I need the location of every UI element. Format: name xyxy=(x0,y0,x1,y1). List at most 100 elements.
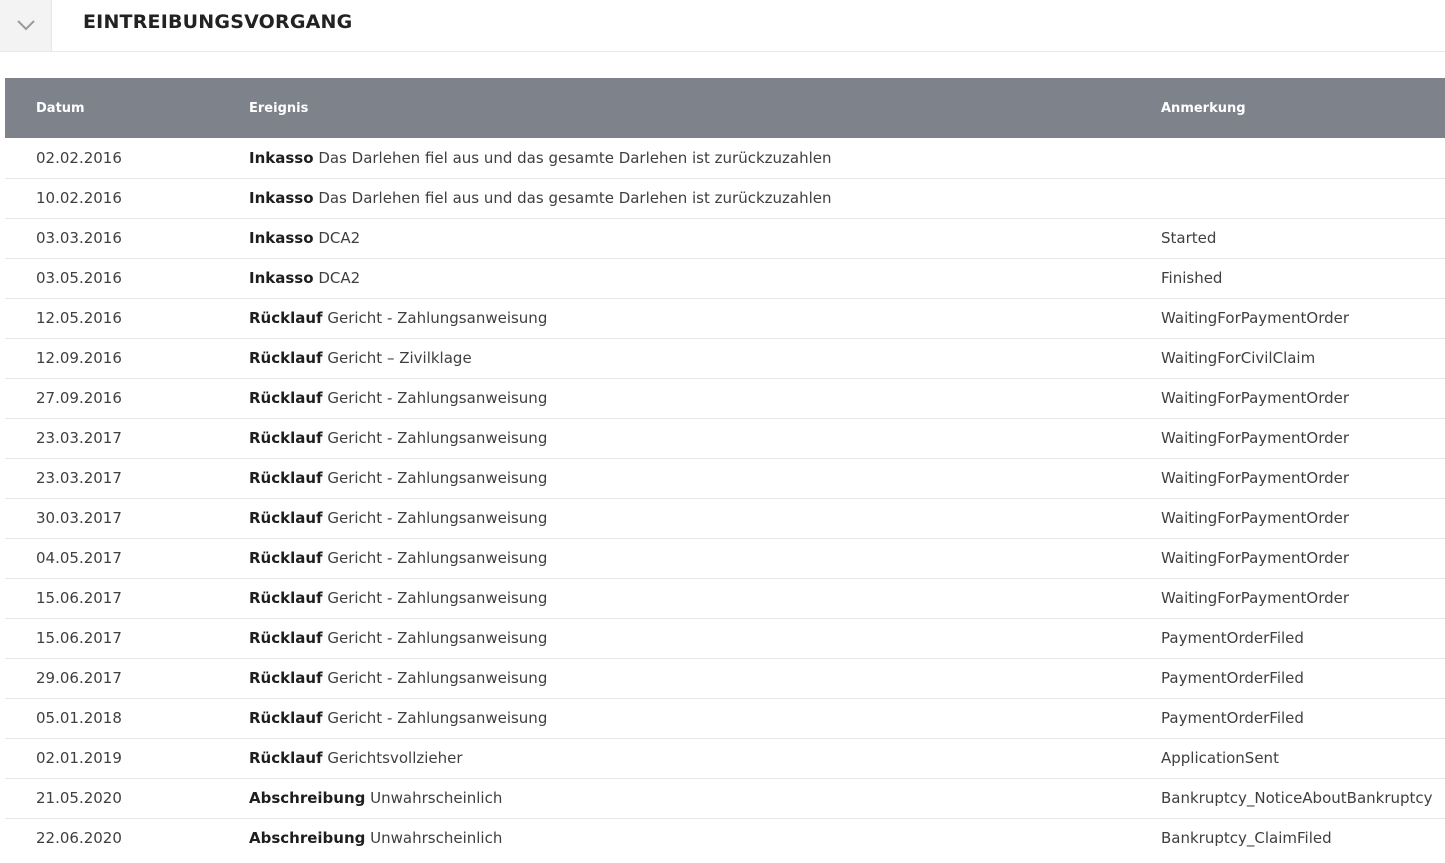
column-header-event[interactable]: Ereignis xyxy=(249,78,1161,138)
event-type: Inkasso xyxy=(249,148,314,167)
cell-date: 22.06.2020 xyxy=(36,829,122,848)
cell-event: Rücklauf Gerichtsvollzieher xyxy=(249,738,1161,778)
cell-event: Rücklauf Gericht - Zahlungsanweisung xyxy=(249,698,1161,738)
table-row[interactable]: 22.06.2020 Abschreibung Unwahrscheinlich B… xyxy=(5,818,1445,858)
cell-note: WaitingForPaymentOrder xyxy=(1161,589,1350,607)
cell-note: Bankruptcy_NoticeAboutBankruptcy xyxy=(1161,789,1433,807)
event-description: DCA2 xyxy=(318,269,361,287)
event-description: Gericht - Zahlungsanweisung xyxy=(327,709,548,727)
table-row[interactable]: 10.02.2016 Inkasso Das Darlehen fiel aus … xyxy=(5,178,1445,218)
cell-date: 12.05.2016 xyxy=(36,309,122,327)
event-description: Gericht - Zahlungsanweisung xyxy=(327,589,548,607)
table-header: Datum Ereignis Anmerkung xyxy=(5,78,1445,138)
collection-events-table: Datum Ereignis Anmerkung 02.02.2016 Inkas… xyxy=(5,78,1445,858)
cell-event: Inkasso DCA2 xyxy=(249,218,1161,258)
event-description: Gericht - Zahlungsanweisung xyxy=(327,549,548,567)
cell-event: Rücklauf Gericht - Zahlungsanweisung xyxy=(249,658,1161,698)
table-row[interactable]: 03.03.2016 Inkasso DCA2 Started xyxy=(5,218,1445,258)
collapse-toggle-button[interactable] xyxy=(0,0,52,51)
table-row[interactable]: 21.05.2020 Abschreibung Unwahrscheinlich B… xyxy=(5,778,1445,818)
table-row[interactable]: 05.01.2018 Rücklauf Gericht - Zahlungsanw… xyxy=(5,698,1445,738)
cell-date: 10.02.2016 xyxy=(36,189,122,207)
cell-note: PaymentOrderFiled xyxy=(1161,669,1304,687)
cell-date: 02.02.2016 xyxy=(36,148,122,167)
cell-event: Rücklauf Gericht - Zahlungsanweisung xyxy=(249,458,1161,498)
table-body: 02.02.2016 Inkasso Das Darlehen fiel aus … xyxy=(5,138,1445,858)
cell-note: ApplicationSent xyxy=(1161,749,1279,767)
table-row[interactable]: 12.09.2016 Rücklauf Gericht – Zivilklage W… xyxy=(5,338,1445,378)
table-row[interactable]: 23.03.2017 Rücklauf Gericht - Zahlungsanw… xyxy=(5,418,1445,458)
cell-event: Rücklauf Gericht - Zahlungsanweisung xyxy=(249,298,1161,338)
table-row[interactable]: 27.09.2016 Rücklauf Gericht - Zahlungsanw… xyxy=(5,378,1445,418)
collection-events-table-container: Datum Ereignis Anmerkung 02.02.2016 Inkas… xyxy=(5,78,1445,858)
cell-note: WaitingForPaymentOrder xyxy=(1161,549,1350,567)
cell-note: WaitingForPaymentOrder xyxy=(1161,509,1350,527)
cell-date: 21.05.2020 xyxy=(36,789,122,807)
event-type: Inkasso xyxy=(249,189,314,207)
event-description: Gericht - Zahlungsanweisung xyxy=(327,629,548,647)
cell-event: Rücklauf Gericht - Zahlungsanweisung xyxy=(249,618,1161,658)
cell-date: 03.05.2016 xyxy=(36,269,122,287)
cell-note: Finished xyxy=(1161,269,1223,287)
cell-date: 30.03.2017 xyxy=(36,509,122,527)
event-description: Unwahrscheinlich xyxy=(370,789,503,807)
table-row[interactable]: 30.03.2017 Rücklauf Gericht - Zahlungsanw… xyxy=(5,498,1445,538)
cell-event: Rücklauf Gericht – Zivilklage xyxy=(249,338,1161,378)
cell-event: Rücklauf Gericht - Zahlungsanweisung xyxy=(249,418,1161,458)
cell-date: 23.03.2017 xyxy=(36,469,122,487)
cell-date: 03.03.2016 xyxy=(36,229,122,247)
panel-title: EINTREIBUNGSVORGANG xyxy=(83,11,353,33)
chevron-down-icon xyxy=(16,20,35,31)
event-type: Rücklauf xyxy=(249,629,323,647)
event-type: Abschreibung xyxy=(249,789,366,807)
event-type: Rücklauf xyxy=(249,389,323,407)
column-header-date[interactable]: Datum xyxy=(5,78,249,138)
cell-note: PaymentOrderFiled xyxy=(1161,629,1304,647)
table-row[interactable]: 02.02.2016 Inkasso Das Darlehen fiel aus … xyxy=(5,138,1445,178)
column-header-note[interactable]: Anmerkung xyxy=(1161,78,1445,138)
event-type: Rücklauf xyxy=(249,589,323,607)
cell-note: WaitingForPaymentOrder xyxy=(1161,309,1350,327)
event-type: Rücklauf xyxy=(249,749,323,767)
event-type: Rücklauf xyxy=(249,509,323,527)
cell-note: WaitingForPaymentOrder xyxy=(1161,469,1350,487)
table-row[interactable]: 29.06.2017 Rücklauf Gericht - Zahlungsanw… xyxy=(5,658,1445,698)
table-row[interactable]: 23.03.2017 Rücklauf Gericht - Zahlungsanw… xyxy=(5,458,1445,498)
table-row[interactable]: 02.01.2019 Rücklauf Gerichtsvollzieher App… xyxy=(5,738,1445,778)
event-description: Gericht - Zahlungsanweisung xyxy=(327,469,548,487)
cell-date: 27.09.2016 xyxy=(36,389,122,407)
table-row[interactable]: 15.06.2017 Rücklauf Gericht - Zahlungsanw… xyxy=(5,618,1445,658)
cell-date: 05.01.2018 xyxy=(36,709,122,727)
event-description: Das Darlehen fiel aus und das gesamte Da… xyxy=(318,148,832,167)
cell-note xyxy=(1161,138,1445,178)
cell-note xyxy=(1161,178,1445,218)
event-description: Das Darlehen fiel aus und das gesamte Da… xyxy=(318,189,832,207)
event-description: Gerichtsvollzieher xyxy=(327,749,463,767)
event-description: Gericht - Zahlungsanweisung xyxy=(327,389,548,407)
event-type: Rücklauf xyxy=(249,469,323,487)
cell-note: WaitingForPaymentOrder xyxy=(1161,429,1350,447)
cell-event: Abschreibung Unwahrscheinlich xyxy=(249,778,1161,818)
cell-event: Rücklauf Gericht - Zahlungsanweisung xyxy=(249,578,1161,618)
event-description: Gericht - Zahlungsanweisung xyxy=(327,669,548,687)
cell-note: WaitingForPaymentOrder xyxy=(1161,389,1350,407)
cell-date: 02.01.2019 xyxy=(36,749,122,767)
table-row[interactable]: 15.06.2017 Rücklauf Gericht - Zahlungsanw… xyxy=(5,578,1445,618)
cell-event: Rücklauf Gericht - Zahlungsanweisung xyxy=(249,498,1161,538)
cell-event: Inkasso DCA2 xyxy=(249,258,1161,298)
panel-header: EINTREIBUNGSVORGANG xyxy=(0,0,1445,52)
cell-date: 15.06.2017 xyxy=(36,589,122,607)
event-description: Gericht – Zivilklage xyxy=(327,349,472,367)
table-row[interactable]: 04.05.2017 Rücklauf Gericht - Zahlungsanw… xyxy=(5,538,1445,578)
event-type: Inkasso xyxy=(249,269,314,287)
cell-date: 23.03.2017 xyxy=(36,429,122,447)
table-row[interactable]: 03.05.2016 Inkasso DCA2 Finished xyxy=(5,258,1445,298)
event-type: Rücklauf xyxy=(249,309,323,327)
cell-note: Started xyxy=(1161,229,1217,247)
table-row[interactable]: 12.05.2016 Rücklauf Gericht - Zahlungsanw… xyxy=(5,298,1445,338)
event-description: Gericht - Zahlungsanweisung xyxy=(327,309,548,327)
event-type: Rücklauf xyxy=(249,429,323,447)
event-description: Gericht - Zahlungsanweisung xyxy=(327,509,548,527)
cell-event: Abschreibung Unwahrscheinlich xyxy=(249,818,1161,858)
cell-note: WaitingForCivilClaim xyxy=(1161,349,1316,367)
